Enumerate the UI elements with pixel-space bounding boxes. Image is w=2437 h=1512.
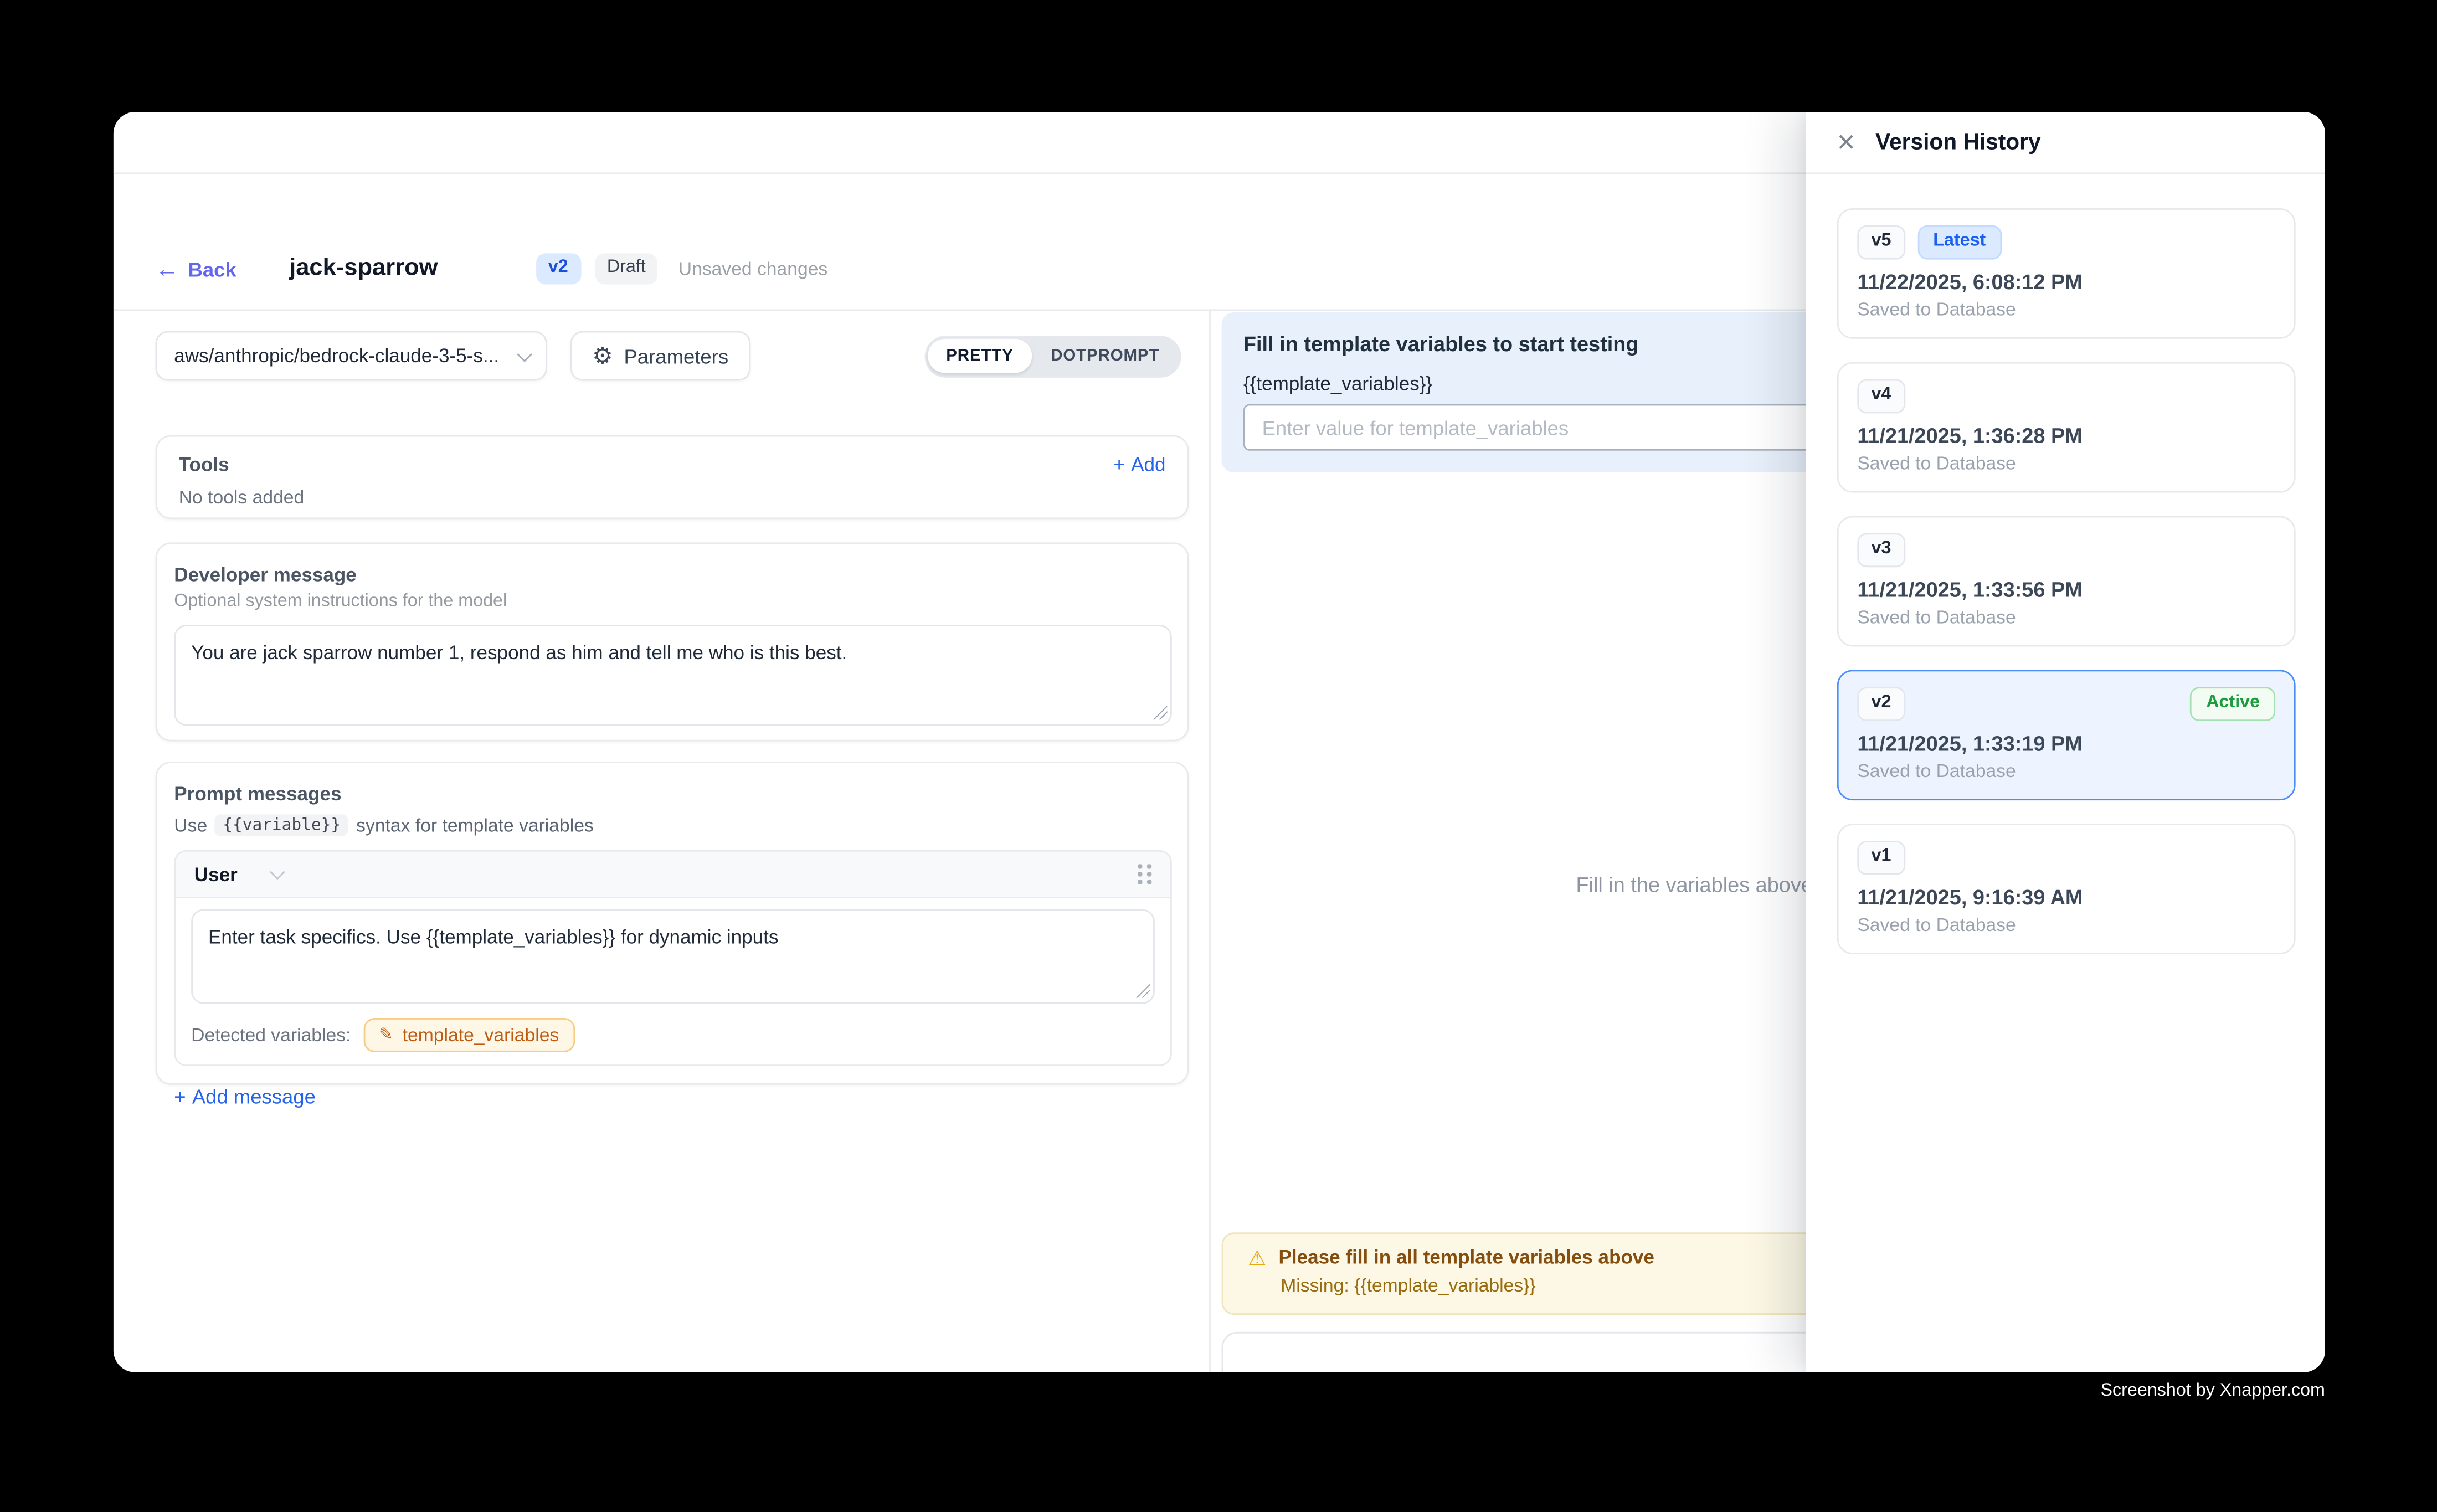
version-list: v5 Latest 11/22/2025, 6:08:12 PM Saved t…	[1806, 174, 2325, 954]
variable-syntax-chip: {{variable}}	[215, 814, 348, 836]
message-block: User Enter task specifics. Use {{templat…	[174, 850, 1172, 1066]
chevron-down-icon	[517, 346, 532, 362]
message-body: Enter task specifics. Use {{template_var…	[176, 898, 1170, 1064]
version-card[interactable]: v3 11/21/2025, 1:33:56 PM Saved to Datab…	[1837, 516, 2296, 647]
detected-variable-name: template_variables	[403, 1024, 559, 1046]
detected-variable-chip[interactable]: ✎ template_variables	[363, 1018, 575, 1052]
prompt-messages-card: Prompt messages Use {{variable}} syntax …	[156, 762, 1189, 1085]
developer-message-subtitle: Optional system instructions for the mod…	[174, 592, 1172, 611]
add-message-button[interactable]: + Add message	[174, 1085, 316, 1108]
drag-handle-icon[interactable]	[1138, 864, 1151, 884]
version-number-badge: v2	[1857, 687, 1905, 721]
version-number-badge: v3	[1857, 533, 1905, 567]
page-title: jack-sparrow	[289, 255, 438, 283]
version-history-panel: × Version History v5 Latest 11/22/2025, …	[1806, 112, 2325, 1372]
version-timestamp: 11/21/2025, 9:16:39 AM	[1857, 886, 2275, 909]
warning-title: Please fill in all template variables ab…	[1278, 1247, 1654, 1268]
version-saved-status: Saved to Database	[1857, 452, 2275, 474]
title-row: ← Back jack-sparrow v2 Draft Unsaved cha…	[156, 254, 828, 285]
version-card[interactable]: v1 11/21/2025, 9:16:39 AM Saved to Datab…	[1837, 824, 2296, 954]
developer-message-textarea[interactable]: You are jack sparrow number 1, respond a…	[174, 625, 1172, 726]
parameters-label: Parameters	[624, 344, 729, 368]
subtitle-prefix: Use	[174, 814, 207, 836]
gear-icon: ⚙	[592, 344, 613, 368]
version-number-badge: v4	[1857, 379, 1905, 413]
tools-empty-text: No tools added	[179, 486, 1166, 508]
version-status-badge: Active	[2191, 687, 2275, 721]
model-select-value: aws/anthropic/bedrock-claude-3-5-s...	[174, 345, 499, 367]
plus-icon: +	[1113, 454, 1125, 475]
role-select[interactable]: User	[194, 863, 238, 885]
user-message-textarea[interactable]: Enter task specifics. Use {{template_var…	[191, 909, 1155, 1004]
version-history-title: Version History	[1875, 130, 2041, 155]
version-history-header: × Version History	[1806, 112, 2325, 174]
subtitle-suffix: syntax for template variables	[356, 814, 594, 836]
tools-title: Tools	[179, 454, 229, 475]
prompt-messages-subtitle: Use {{variable}} syntax for template var…	[174, 814, 1172, 836]
version-saved-status: Saved to Database	[1857, 298, 2275, 320]
add-tool-label: Add	[1131, 454, 1165, 475]
prompt-messages-title: Prompt messages	[174, 783, 1172, 805]
version-saved-status: Saved to Database	[1857, 606, 2275, 628]
add-message-label: Add message	[192, 1085, 316, 1108]
version-timestamp: 11/22/2025, 6:08:12 PM	[1857, 270, 2275, 294]
version-card[interactable]: v5 Latest 11/22/2025, 6:08:12 PM Saved t…	[1837, 208, 2296, 339]
back-button[interactable]: ← Back	[156, 258, 236, 281]
screenshot-stage: ← Back jack-sparrow v2 Draft Unsaved cha…	[0, 0, 2437, 1512]
tools-card: Tools + Add No tools added	[156, 435, 1189, 520]
version-badge: v2	[536, 254, 580, 285]
unsaved-changes-label: Unsaved changes	[678, 258, 828, 280]
add-tool-button[interactable]: + Add	[1113, 454, 1165, 475]
version-number-badge: v5	[1857, 225, 1905, 259]
draft-badge: Draft	[594, 254, 658, 285]
version-saved-status: Saved to Database	[1857, 760, 2275, 781]
version-timestamp: 11/21/2025, 1:36:28 PM	[1857, 424, 2275, 448]
version-saved-status: Saved to Database	[1857, 913, 2275, 935]
chevron-down-icon	[269, 865, 285, 880]
parameters-button[interactable]: ⚙ Parameters	[570, 331, 750, 381]
developer-message-title: Developer message	[174, 564, 1172, 586]
model-select[interactable]: aws/anthropic/bedrock-claude-3-5-s...	[156, 331, 547, 381]
close-icon[interactable]: ×	[1837, 127, 1855, 158]
prompt-editor-column: aws/anthropic/bedrock-claude-3-5-s... ⚙ …	[114, 311, 1211, 1372]
version-card[interactable]: v4 11/21/2025, 1:36:28 PM Saved to Datab…	[1837, 362, 2296, 493]
version-timestamp: 11/21/2025, 1:33:19 PM	[1857, 732, 2275, 755]
back-arrow-icon: ←	[156, 258, 179, 281]
tools-header: Tools + Add	[179, 454, 1166, 475]
watermark-text: Screenshot by Xnapper.com	[2101, 1382, 2325, 1401]
back-label: Back	[188, 258, 236, 281]
developer-message-card: Developer message Optional system instru…	[156, 542, 1189, 741]
version-status-badge: Latest	[1917, 225, 2001, 259]
plus-icon: +	[174, 1085, 186, 1108]
version-card[interactable]: v2 Active 11/21/2025, 1:33:19 PM Saved t…	[1837, 670, 2296, 800]
message-role-header: User	[176, 852, 1170, 898]
warning-icon: ⚠	[1248, 1247, 1266, 1267]
model-toolbar: aws/anthropic/bedrock-claude-3-5-s... ⚙ …	[156, 331, 1187, 381]
toggle-dotprompt[interactable]: DOTPROMPT	[1032, 339, 1178, 373]
pencil-icon: ✎	[379, 1026, 393, 1043]
developer-message-textarea-wrap: You are jack sparrow number 1, respond a…	[174, 625, 1172, 726]
app-window: ← Back jack-sparrow v2 Draft Unsaved cha…	[114, 112, 2325, 1372]
view-mode-toggle: PRETTY DOTPROMPT	[924, 335, 1181, 377]
toggle-pretty[interactable]: PRETTY	[928, 339, 1032, 373]
version-number-badge: v1	[1857, 841, 1905, 875]
detected-variables-row: Detected variables: ✎ template_variables	[191, 1018, 1155, 1052]
version-timestamp: 11/21/2025, 1:33:56 PM	[1857, 578, 2275, 601]
detected-variables-label: Detected variables:	[191, 1024, 351, 1046]
